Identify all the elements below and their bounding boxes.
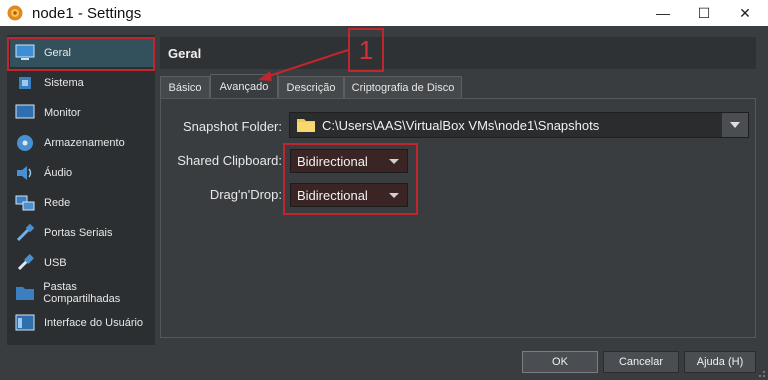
network-icon (14, 192, 36, 214)
tab-avancado[interactable]: Avançado (210, 74, 278, 98)
window-title: node1 - Settings (32, 4, 142, 22)
sidebar-item-interface-do-usuario[interactable]: Interface do Usuário (10, 309, 153, 337)
shared-clipboard-label: Shared Clipboard: (177, 153, 282, 168)
disk-icon (14, 132, 36, 154)
sidebar-item-audio[interactable]: Áudio (10, 159, 153, 187)
sidebar-item-monitor[interactable]: Monitor (10, 99, 153, 127)
virtualbox-app-icon (7, 5, 23, 21)
snapshot-folder-path: C:\Users\AAS\VirtualBox VMs\node1\Snapsh… (322, 117, 600, 133)
sidebar-item-label: Armazenamento (44, 137, 125, 149)
settings-sidebar: Geral Sistema Monitor Armazenamento Áudi… (7, 35, 155, 345)
annotation-highlight-box (283, 143, 418, 215)
sidebar-item-label: Rede (44, 197, 71, 209)
sidebar-item-sistema[interactable]: Sistema (10, 69, 153, 97)
minimize-button[interactable]: — (640, 0, 686, 26)
chip-icon (14, 72, 36, 94)
folder-icon (14, 282, 35, 304)
maximize-button[interactable]: ☐ (681, 0, 727, 26)
dropdown-button[interactable] (722, 113, 748, 137)
sidebar-item-label: Sistema (44, 77, 84, 89)
snapshot-folder-select[interactable]: C:\Users\AAS\VirtualBox VMs\node1\Snapsh… (289, 112, 749, 138)
ui-window-icon (14, 312, 36, 334)
page-title: Geral (168, 45, 202, 61)
sidebar-item-label: Monitor (44, 107, 81, 119)
serial-port-icon (14, 222, 36, 244)
title-bar: node1 - Settings — ☐ ✕ (0, 0, 768, 26)
tab-criptografia-de-disco[interactable]: Criptografia de Disco (344, 76, 462, 98)
folder-icon (297, 119, 315, 132)
sidebar-item-portas-seriais[interactable]: Portas Seriais (10, 219, 153, 247)
sidebar-item-armazenamento[interactable]: Armazenamento (10, 129, 153, 157)
chevron-down-icon (730, 122, 740, 128)
resize-grip-icon[interactable] (756, 368, 766, 378)
panel-header: Geral (160, 37, 756, 69)
snapshot-folder-label: Snapshot Folder: (182, 119, 282, 134)
sidebar-item-pastas-compartilhadas[interactable]: Pastas Compartilhadas (10, 279, 153, 307)
usb-icon (14, 252, 36, 274)
drag-n-drop-label: Drag'n'Drop: (209, 187, 282, 202)
sidebar-item-label: Interface do Usuário (44, 317, 144, 329)
annotation-callout: 1 (348, 28, 384, 72)
cancel-button[interactable]: Cancelar (603, 351, 679, 373)
sidebar-item-label: Pastas Compartilhadas (43, 281, 121, 305)
sidebar-item-usb[interactable]: USB (10, 249, 153, 277)
display-icon (14, 102, 36, 124)
ok-button[interactable]: OK (522, 351, 598, 373)
close-button[interactable]: ✕ (722, 0, 768, 26)
tab-descricao[interactable]: Descrição (278, 76, 344, 98)
sidebar-item-rede[interactable]: Rede (10, 189, 153, 217)
annotation-highlight-box (7, 37, 155, 71)
tab-basico[interactable]: Básico (160, 76, 210, 98)
sidebar-item-label: USB (44, 257, 67, 269)
sidebar-item-label: Áudio (44, 167, 73, 179)
sidebar-item-label: Portas Seriais (44, 227, 113, 239)
help-button[interactable]: Ajuda (H) (684, 351, 756, 373)
speaker-icon (14, 162, 36, 184)
